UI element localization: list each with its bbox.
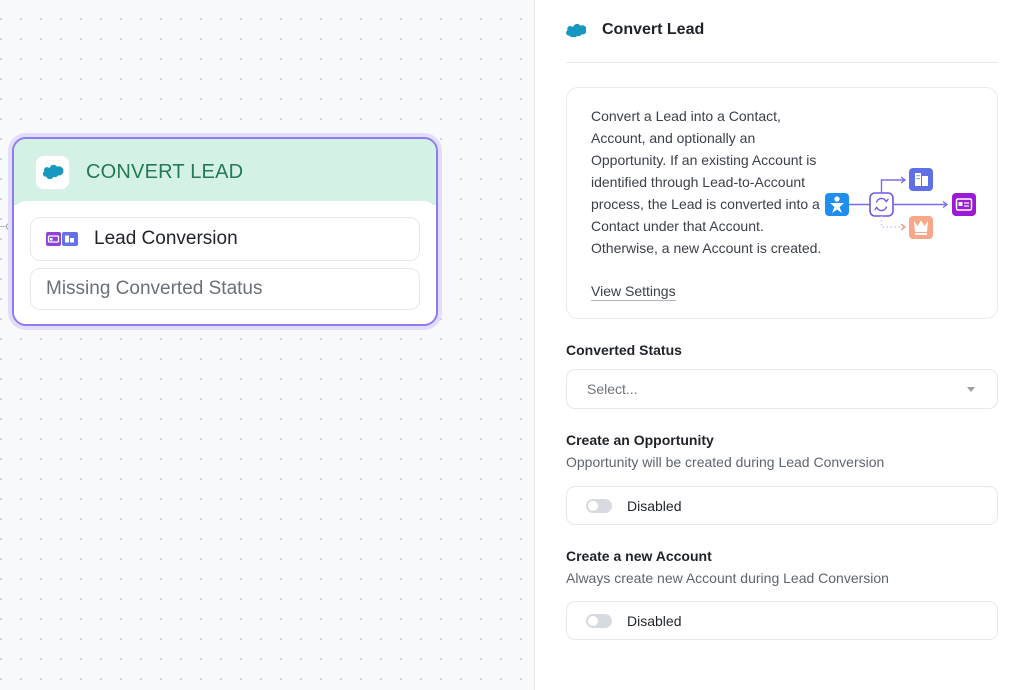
create-account-toggle-row: Disabled [566, 601, 998, 640]
create-opportunity-label: Create an Opportunity [566, 432, 714, 448]
chevron-down-icon [967, 387, 975, 392]
lead-conversion-icon [46, 232, 78, 246]
converted-status-label: Converted Status [566, 342, 682, 358]
view-settings-link[interactable]: View Settings [591, 283, 676, 301]
node-title: CONVERT LEAD [86, 160, 244, 183]
missing-status-row[interactable]: Missing Converted Status [30, 268, 420, 310]
workflow-canvas[interactable]: CONVERT LEAD Lead Conversion Missing Con… [0, 0, 535, 690]
panel-header: Convert Lead [566, 17, 998, 63]
converted-status-placeholder: Select... [587, 381, 638, 397]
create-opportunity-toggle-row: Disabled [566, 486, 998, 525]
create-account-label: Create a new Account [566, 548, 712, 564]
salesforce-logo-icon [36, 155, 69, 189]
salesforce-logo-icon [566, 23, 588, 39]
create-account-description: Always create new Account during Lead Co… [566, 570, 889, 586]
convert-lead-node[interactable]: CONVERT LEAD Lead Conversion Missing Con… [12, 137, 438, 326]
config-panel: Convert Lead Convert a Lead into a Conta… [536, 0, 1025, 690]
create-account-toggle-label: Disabled [627, 612, 682, 629]
lead-conversion-row[interactable]: Lead Conversion [30, 217, 420, 261]
node-header: CONVERT LEAD [14, 139, 436, 205]
node-body: Lead Conversion Missing Converted Status [14, 201, 436, 324]
create-opportunity-toggle[interactable] [586, 498, 612, 513]
contact-card-icon [952, 193, 976, 216]
description-card: Convert a Lead into a Contact, Account, … [566, 87, 998, 319]
conversion-flow-illustration [825, 168, 976, 239]
converted-status-select[interactable]: Select... [566, 369, 998, 409]
create-account-toggle[interactable] [586, 613, 612, 628]
missing-status-label: Missing Converted Status [46, 278, 263, 299]
create-opportunity-description: Opportunity will be created during Lead … [566, 454, 885, 470]
panel-title: Convert Lead [602, 21, 705, 38]
lead-conversion-label: Lead Conversion [94, 228, 238, 249]
create-opportunity-toggle-label: Disabled [627, 497, 682, 514]
sync-icon [869, 192, 894, 217]
description-text: Convert a Lead into a Contact, Account, … [591, 108, 822, 256]
